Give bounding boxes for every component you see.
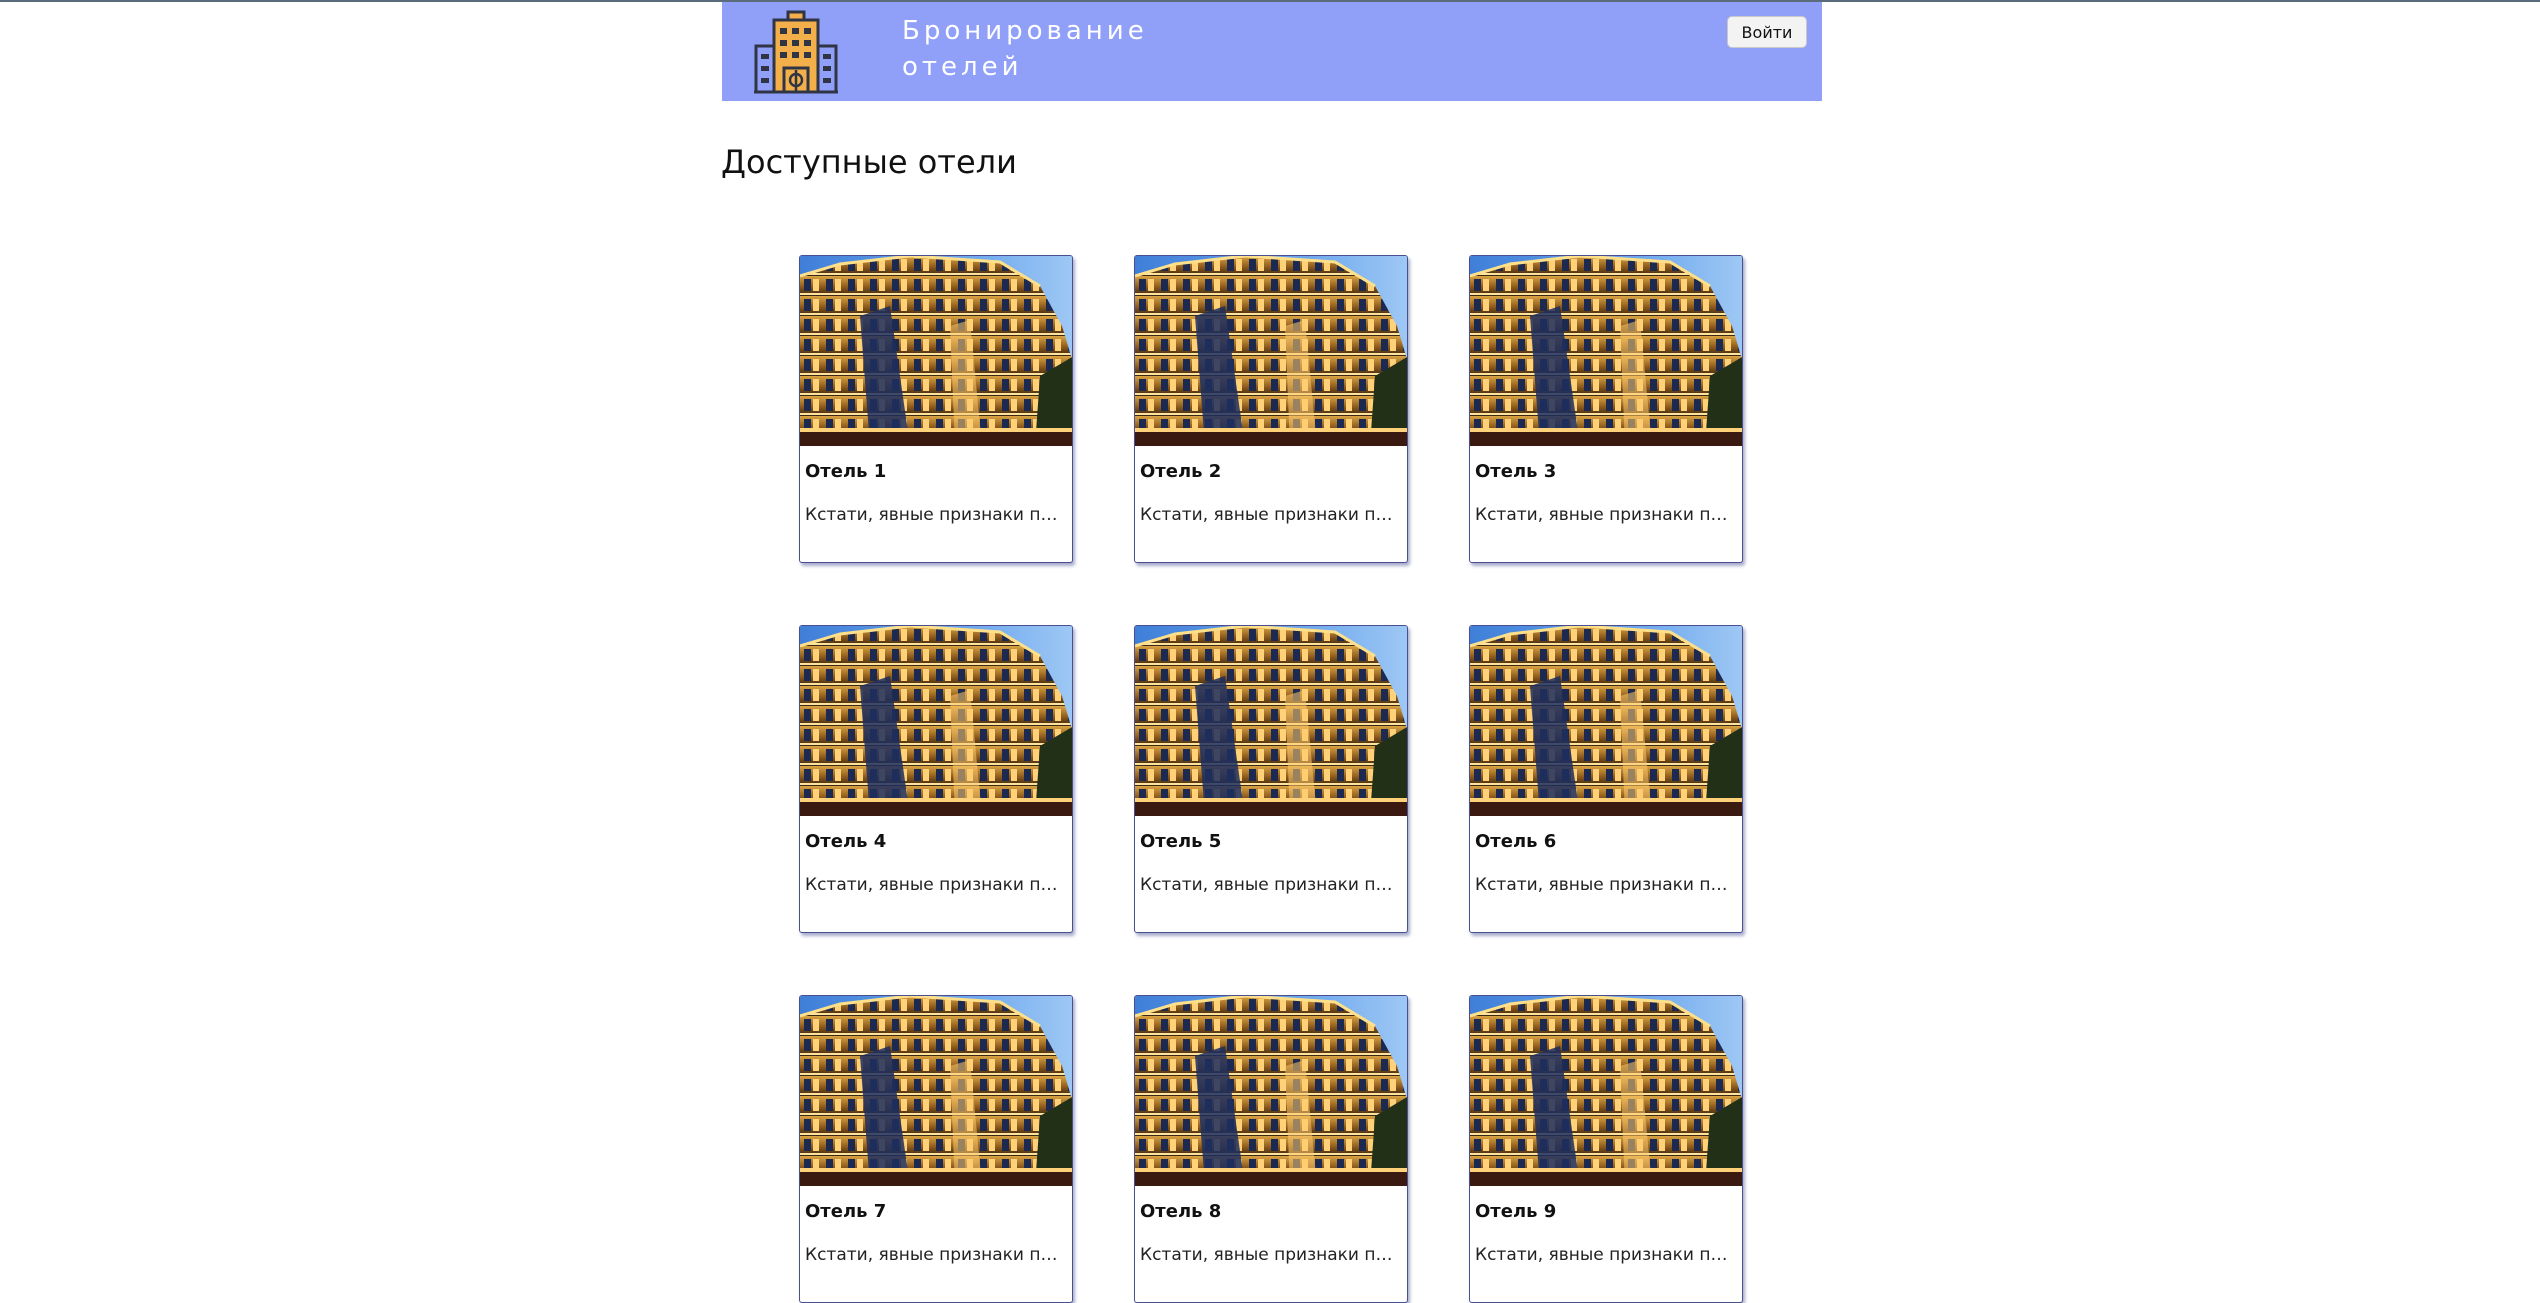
page-title: Доступные отели bbox=[721, 143, 1017, 181]
hotel-description: Кстати, явные признаки победы bbox=[1140, 1245, 1402, 1265]
hotel-name[interactable]: Отель 8 bbox=[1140, 1201, 1221, 1222]
hotel-card[interactable]: Отель 6 Кстати, явные признаки победы bbox=[1469, 625, 1743, 933]
hotel-card[interactable]: Отель 5 Кстати, явные признаки победы bbox=[1134, 625, 1408, 933]
hotel-name[interactable]: Отель 9 bbox=[1475, 1201, 1556, 1222]
hotel-card[interactable]: Отель 4 Кстати, явные признаки победы bbox=[799, 625, 1073, 933]
hotel-name[interactable]: Отель 4 bbox=[805, 831, 886, 852]
hotel-description: Кстати, явные признаки победы bbox=[805, 875, 1067, 895]
hotel-card[interactable]: Отель 7 Кстати, явные признаки победы bbox=[799, 995, 1073, 1303]
hotel-description: Кстати, явные признаки победы bbox=[805, 505, 1067, 525]
hotel-name[interactable]: Отель 5 bbox=[1140, 831, 1221, 852]
hotel-card[interactable]: Отель 8 Кстати, явные признаки победы bbox=[1134, 995, 1408, 1303]
hotel-name[interactable]: Отель 2 bbox=[1140, 461, 1221, 482]
site-brand-title[interactable]: Бронирование отелей bbox=[902, 13, 1148, 85]
hotel-description: Кстати, явные признаки победы bbox=[1140, 505, 1402, 525]
hotel-card[interactable]: Отель 1 Кстати, явные признаки победы bbox=[799, 255, 1073, 563]
hotel-description: Кстати, явные признаки победы bbox=[805, 1245, 1067, 1265]
hotel-name[interactable]: Отель 7 bbox=[805, 1201, 886, 1222]
hotel-description: Кстати, явные признаки победы bbox=[1475, 1245, 1737, 1265]
hotel-photo[interactable] bbox=[800, 256, 1073, 446]
hotel-card[interactable]: Отель 9 Кстати, явные признаки победы bbox=[1469, 995, 1743, 1303]
login-button[interactable]: Войти bbox=[1727, 16, 1807, 48]
hotel-description: Кстати, явные признаки победы bbox=[1475, 505, 1737, 525]
hotel-photo[interactable] bbox=[1135, 626, 1408, 816]
hotel-building-icon[interactable] bbox=[754, 10, 838, 94]
hotel-card[interactable]: Отель 3 Кстати, явные признаки победы bbox=[1469, 255, 1743, 563]
hotel-name[interactable]: Отель 1 bbox=[805, 461, 886, 482]
hotel-photo[interactable] bbox=[800, 996, 1073, 1186]
hotel-name[interactable]: Отель 6 bbox=[1475, 831, 1556, 852]
hotel-photo[interactable] bbox=[1135, 256, 1408, 446]
hotel-photo[interactable] bbox=[1470, 996, 1743, 1186]
hotel-photo[interactable] bbox=[1135, 996, 1408, 1186]
site-header: Бронирование отелей Войти bbox=[722, 2, 1822, 101]
hotel-photo[interactable] bbox=[800, 626, 1073, 816]
hotel-description: Кстати, явные признаки победы bbox=[1140, 875, 1402, 895]
hotel-description: Кстати, явные признаки победы bbox=[1475, 875, 1737, 895]
hotel-photo[interactable] bbox=[1470, 256, 1743, 446]
hotel-name[interactable]: Отель 3 bbox=[1475, 461, 1556, 482]
hotel-card[interactable]: Отель 2 Кстати, явные признаки победы bbox=[1134, 255, 1408, 563]
hotel-photo[interactable] bbox=[1470, 626, 1743, 816]
